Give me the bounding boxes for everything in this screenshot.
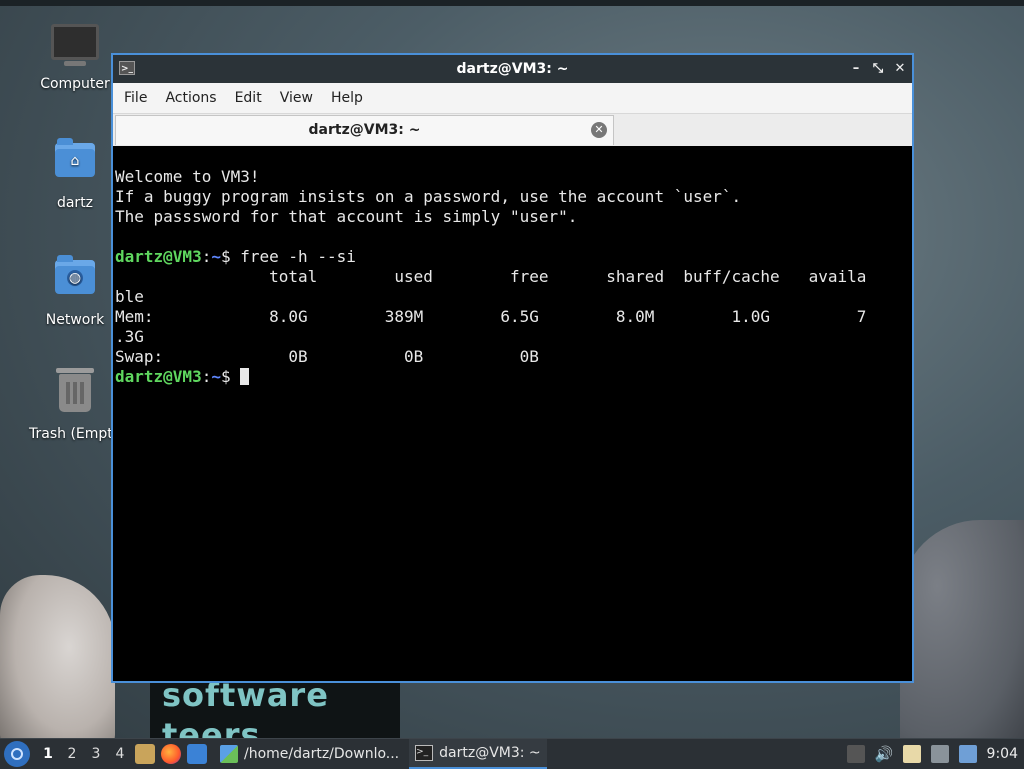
prompt-symbol: $ xyxy=(220,367,241,386)
task-image-viewer[interactable]: /home/dartz/Downlo... xyxy=(214,739,405,769)
tab-bar: dartz@VM3: ~ ✕ xyxy=(113,114,912,147)
terminal-line: ble xyxy=(115,287,144,306)
window-titlebar[interactable]: >_ dartz@VM3: ~ – ⤡ ✕ xyxy=(113,55,912,83)
desktop-icon-computer[interactable]: Computer xyxy=(25,18,125,92)
screen-top-edge xyxy=(0,0,1024,6)
prompt-line-command: dartz@VM3:~$ free -h --si xyxy=(115,247,912,267)
desktop-icon-label: dartz xyxy=(56,195,94,211)
prompt-line-current: dartz@VM3:~$ xyxy=(115,367,912,387)
update-notifier-icon[interactable] xyxy=(958,745,977,763)
start-menu-icon[interactable] xyxy=(4,741,30,767)
tray-expand-icon[interactable] xyxy=(846,745,865,763)
terminal-icon: >_ xyxy=(415,745,434,761)
terminal-line: Welcome to VM3! xyxy=(115,167,260,186)
terminal-line: The passsword for that account is simply… xyxy=(115,207,578,226)
tab-terminal[interactable]: dartz@VM3: ~ ✕ xyxy=(115,115,614,145)
menu-file[interactable]: File xyxy=(115,90,156,106)
wallpaper-text-2: teers xyxy=(162,716,261,738)
terminal-line: .3G xyxy=(115,327,144,346)
menu-actions[interactable]: Actions xyxy=(156,90,225,106)
image-viewer-icon xyxy=(220,745,238,763)
workspace-1[interactable]: 1 xyxy=(36,746,60,762)
terminal-output[interactable]: Welcome to VM3! If a buggy program insist… xyxy=(113,146,912,681)
prompt-path: ~ xyxy=(211,247,221,266)
menu-view[interactable]: View xyxy=(271,90,322,106)
command-text: free -h --si xyxy=(240,247,356,266)
workspace-2[interactable]: 2 xyxy=(60,746,84,762)
terminal-line: total used free shared buff/cache availa xyxy=(115,267,867,286)
menu-help[interactable]: Help xyxy=(322,90,372,106)
terminal-line: If a buggy program insists on a password… xyxy=(115,187,742,206)
system-tray: 🔊 9:04 xyxy=(846,745,1024,763)
tab-close-icon[interactable]: ✕ xyxy=(591,122,607,138)
file-manager-icon[interactable] xyxy=(135,744,155,764)
tab-label: dartz@VM3: ~ xyxy=(308,122,421,138)
task-terminal[interactable]: >_ dartz@VM3: ~ xyxy=(409,739,547,769)
maximize-button[interactable]: ⤡ xyxy=(872,55,884,83)
network-icon[interactable] xyxy=(930,745,949,763)
terminal-line: Mem: 8.0G 389M 6.5G 8.0M 1.0G 7 xyxy=(115,307,867,326)
prompt-user: dartz@VM3 xyxy=(115,367,202,386)
text-cursor xyxy=(240,368,250,385)
workspace-3[interactable]: 3 xyxy=(84,746,108,762)
network-folder-icon: ◍ xyxy=(51,255,99,308)
desktop-icon-label: Computer xyxy=(40,76,110,92)
trash-icon xyxy=(51,368,99,422)
desktop-icon-label: Network xyxy=(45,312,105,328)
volume-icon[interactable]: 🔊 xyxy=(875,745,894,763)
computer-icon xyxy=(51,24,99,72)
prompt-symbol: $ xyxy=(220,247,241,266)
terminal-window: >_ dartz@VM3: ~ – ⤡ ✕ File Actions Edit … xyxy=(111,53,914,683)
task-label: dartz@VM3: ~ xyxy=(439,745,541,761)
prompt-separator: : xyxy=(201,367,212,386)
prompt-separator: : xyxy=(201,247,212,266)
wallpaper-shirt xyxy=(900,520,1024,740)
menubar: File Actions Edit View Help xyxy=(113,83,912,114)
clock[interactable]: 9:04 xyxy=(987,746,1018,762)
wallpaper-hand xyxy=(0,575,115,755)
prompt-user: dartz@VM3 xyxy=(115,247,202,266)
taskbar: 1 2 3 4 /home/dartz/Downlo... >_ dartz@V… xyxy=(0,738,1024,769)
terminal-line: Swap: 0B 0B 0B xyxy=(115,347,539,366)
prompt-path: ~ xyxy=(211,367,221,386)
workspace-4[interactable]: 4 xyxy=(108,746,132,762)
terminal-app-icon: >_ xyxy=(119,61,135,75)
menu-edit[interactable]: Edit xyxy=(226,90,271,106)
clipboard-icon[interactable] xyxy=(902,745,921,763)
minimize-button[interactable]: – xyxy=(850,55,862,83)
home-folder-icon: ⌂ xyxy=(51,138,99,191)
window-controls: – ⤡ ✕ xyxy=(850,55,906,83)
show-desktop-icon[interactable] xyxy=(187,744,207,764)
desktop-icon-network[interactable]: ◍ Network xyxy=(25,252,125,328)
close-button[interactable]: ✕ xyxy=(894,55,906,83)
desktop-icon-home[interactable]: ⌂ dartz xyxy=(25,135,125,211)
firefox-icon[interactable] xyxy=(161,744,181,764)
window-title: dartz@VM3: ~ xyxy=(456,61,569,77)
task-label: /home/dartz/Downlo... xyxy=(244,746,400,762)
